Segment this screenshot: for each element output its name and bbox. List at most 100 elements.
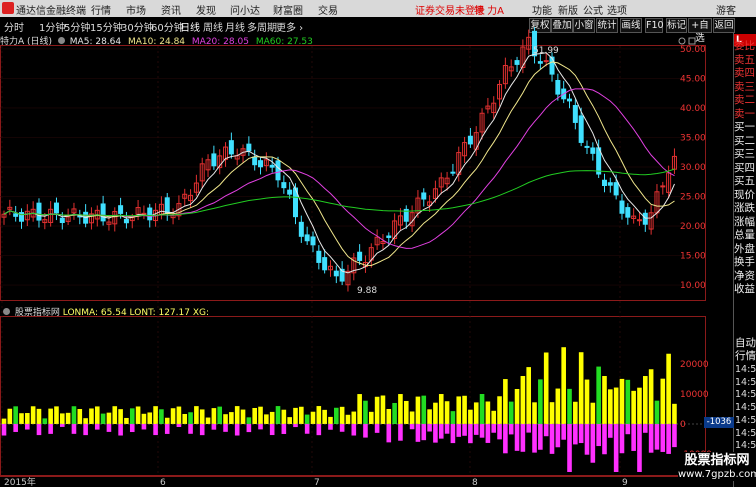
indicator-neg-bar <box>526 424 531 433</box>
indicator-pos-bar <box>357 394 362 424</box>
high-price-label: 51.99 <box>533 46 559 56</box>
indicator-pos-bar <box>648 369 654 424</box>
indicator-neg-bar <box>83 424 88 436</box>
indicator-pos-bar <box>520 376 526 424</box>
indicator-pos-bar <box>398 394 403 424</box>
price-tick-label: 50.00 <box>680 45 706 55</box>
indicator-neg-bar <box>479 424 485 438</box>
date-tick-label: 8 <box>472 478 478 487</box>
indicator-pos-bar <box>672 403 677 424</box>
indicator-pos-bar <box>30 406 36 424</box>
indicator-pos-bar <box>456 396 462 424</box>
indicator-pos-bar <box>281 409 287 424</box>
indicator-neg-bar <box>409 424 415 430</box>
candle-body <box>613 182 619 196</box>
date-tick-label: 7 <box>314 478 320 487</box>
indicator-neg-bar <box>223 424 228 432</box>
tick-time: 14:58 <box>735 440 756 452</box>
indicator-pos-bar <box>223 414 228 424</box>
indicator-pos-bar <box>48 408 53 424</box>
candle-body <box>123 218 129 224</box>
chart-area[interactable]: 50.00 45.00 40.00 35.00 30.00 25.00 20.00 15.00… <box>0 0 756 487</box>
indicator-pos-bar <box>392 402 397 424</box>
indicator-neg-bar <box>153 424 158 436</box>
candle-body <box>601 179 607 187</box>
indicator-neg-bar <box>654 424 660 450</box>
indicator-neg-bar <box>281 424 287 434</box>
indicator-neg-bar <box>660 424 666 452</box>
collapse-icon[interactable]: ˄ <box>696 33 701 43</box>
auto-label[interactable]: 自动 <box>735 337 756 349</box>
indicator-pos-bar <box>1 418 7 424</box>
indicator-pos-bar <box>65 412 71 424</box>
indicator-legend: 股票指标网 LONMA: 65.54 LONT: 127.17 XG: <box>0 305 209 318</box>
indicator-pos-bar <box>234 406 240 424</box>
quote-row: 买三 <box>734 148 755 160</box>
indicator-pos-bar <box>363 400 368 424</box>
candle-body <box>578 115 584 143</box>
zoom-icon[interactable] <box>678 37 686 45</box>
indicator-pos-bar <box>345 414 351 424</box>
indicator-pos-bar <box>124 417 129 424</box>
price-tick-label: 15.00 <box>680 252 706 262</box>
indicator-pos-bar <box>310 411 316 424</box>
indicator-pos-bar <box>386 408 392 424</box>
candle-body <box>357 251 363 261</box>
watermark: 股票指标网 www.7gpzb.com <box>678 452 756 481</box>
indicator-pos-bar <box>54 406 59 424</box>
indicator-neg-bar <box>555 424 561 448</box>
quote-row: 委比 <box>734 40 755 52</box>
candle-body <box>386 235 392 238</box>
indicator-neg-bar <box>48 424 53 434</box>
candle-body <box>322 257 328 271</box>
indicator-neg-bar <box>36 424 42 436</box>
quote-row: 涨跌 <box>734 202 755 214</box>
indicator-pos-bar <box>660 378 666 424</box>
indicator-neg-bar <box>450 424 456 444</box>
indicator-pos-bar <box>135 406 141 424</box>
quote-label[interactable]: 行情 <box>735 350 756 362</box>
indicator-pos-bar <box>100 413 106 424</box>
candle-body <box>269 164 275 168</box>
indicator-pos-bar <box>118 409 123 424</box>
watermark-title: 股票指标网 <box>684 453 750 468</box>
low-price-label: 9.88 <box>357 286 378 296</box>
indicator-neg-bar <box>613 424 619 472</box>
indicator-neg-bar <box>456 424 462 437</box>
indicator-settings-icon[interactable] <box>3 308 10 315</box>
indicator-pos-bar <box>643 376 648 424</box>
indicator-pos-bar <box>608 389 613 424</box>
indicator-pos-bar <box>83 418 88 424</box>
tick-time: 14:58 <box>735 389 756 401</box>
indicator-pos-bar <box>293 407 298 424</box>
quote-row: 收益 <box>734 283 755 295</box>
price-tick-label: 35.00 <box>680 133 706 143</box>
indicator-pos-bar <box>602 376 607 424</box>
tick-time: 14:58 <box>735 402 756 414</box>
indicator-pos-bar <box>549 402 555 424</box>
candle-body <box>333 270 339 277</box>
candle-body <box>567 98 573 102</box>
indicator-neg-bar <box>374 424 380 433</box>
indicator-pos-bar <box>252 407 257 424</box>
indicator-pos-bar <box>444 401 450 424</box>
candle-body <box>246 143 252 152</box>
indicator-neg-bar <box>246 424 252 433</box>
indicator-pos-bar <box>164 417 170 424</box>
indicator-neg-bar <box>164 424 170 434</box>
candle-body <box>53 202 59 214</box>
quote-row: 外盘 <box>734 242 755 255</box>
quote-row: 卖一 <box>734 107 755 120</box>
price-tick-label: 45.00 <box>680 74 706 84</box>
window-icon[interactable] <box>688 37 696 45</box>
tick-time: 14:58 <box>735 427 756 439</box>
indicator-neg-bar <box>514 424 520 451</box>
candle-body <box>141 212 147 215</box>
indicator-values: LONMA: 65.54 LONT: 127.17 XG: <box>62 308 209 318</box>
indicator-neg-bar <box>643 424 648 433</box>
indicator-pos-bar <box>555 388 561 424</box>
indicator-pos-bar <box>94 406 100 424</box>
tick-time: 14:58 <box>735 414 756 426</box>
indicator-pos-bar <box>368 411 374 424</box>
candle-body <box>514 60 520 65</box>
